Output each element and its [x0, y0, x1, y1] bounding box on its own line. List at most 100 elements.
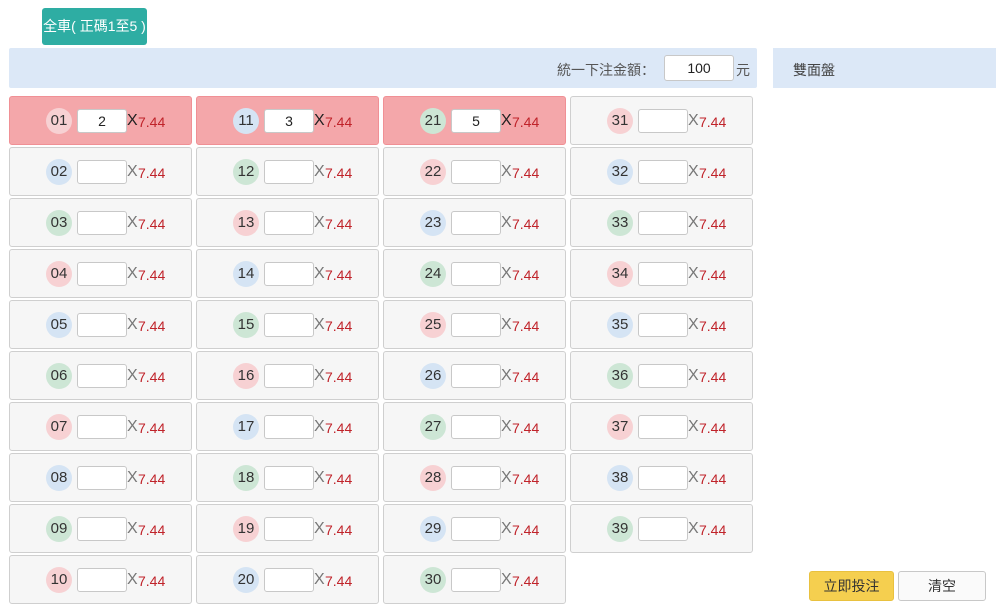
- bet-amount-field[interactable]: [264, 262, 314, 286]
- bet-cell[interactable]: 03 X 7.44: [9, 198, 192, 247]
- bet-amount-field[interactable]: [638, 364, 688, 388]
- bet-amount-field[interactable]: [451, 109, 501, 133]
- bet-amount-field[interactable]: [638, 109, 688, 133]
- bet-amount-field[interactable]: [451, 364, 501, 388]
- number-ball[interactable]: 04: [46, 261, 72, 287]
- bet-amount-field[interactable]: [264, 466, 314, 490]
- bet-amount-field[interactable]: [77, 211, 127, 235]
- number-ball[interactable]: 35: [607, 312, 633, 338]
- number-ball[interactable]: 23: [420, 210, 446, 236]
- bet-cell[interactable]: 22 X 7.44: [383, 147, 566, 196]
- number-ball[interactable]: 37: [607, 414, 633, 440]
- bet-cell[interactable]: 11 X7.44: [196, 96, 379, 145]
- bet-amount-field[interactable]: [451, 211, 501, 235]
- bet-amount-field[interactable]: [264, 415, 314, 439]
- number-ball[interactable]: 36: [607, 363, 633, 389]
- number-ball[interactable]: 19: [233, 516, 259, 542]
- number-ball[interactable]: 33: [607, 210, 633, 236]
- number-ball[interactable]: 16: [233, 363, 259, 389]
- bet-cell[interactable]: 30 X 7.44: [383, 555, 566, 604]
- number-ball[interactable]: 31: [607, 108, 633, 134]
- bet-cell[interactable]: 33 X 7.44: [570, 198, 753, 247]
- bet-amount-field[interactable]: [77, 364, 127, 388]
- number-ball[interactable]: 10: [46, 567, 72, 593]
- number-ball[interactable]: 08: [46, 465, 72, 491]
- number-ball[interactable]: 32: [607, 159, 633, 185]
- bet-amount-field[interactable]: [77, 262, 127, 286]
- bet-amount-field[interactable]: [451, 313, 501, 337]
- bet-cell[interactable]: 34 X 7.44: [570, 249, 753, 298]
- bet-amount-field[interactable]: [451, 160, 501, 184]
- bet-amount-field[interactable]: [451, 262, 501, 286]
- bet-cell[interactable]: 27 X 7.44: [383, 402, 566, 451]
- bet-cell[interactable]: 38 X 7.44: [570, 453, 753, 502]
- bet-cell[interactable]: 21 X7.44: [383, 96, 566, 145]
- bet-amount-field[interactable]: [264, 568, 314, 592]
- bet-amount-field[interactable]: [77, 466, 127, 490]
- bet-cell[interactable]: 29 X 7.44: [383, 504, 566, 553]
- bet-amount-field[interactable]: [451, 517, 501, 541]
- number-ball[interactable]: 07: [46, 414, 72, 440]
- number-ball[interactable]: 11: [233, 108, 259, 134]
- bet-amount-field[interactable]: [77, 568, 127, 592]
- bet-cell[interactable]: 07 X 7.44: [9, 402, 192, 451]
- bet-cell[interactable]: 02 X 7.44: [9, 147, 192, 196]
- bet-cell[interactable]: 12 X 7.44: [196, 147, 379, 196]
- bet-cell[interactable]: 31 X 7.44: [570, 96, 753, 145]
- bet-amount-field[interactable]: [638, 415, 688, 439]
- bet-amount-field[interactable]: [638, 160, 688, 184]
- number-ball[interactable]: 38: [607, 465, 633, 491]
- number-ball[interactable]: 17: [233, 414, 259, 440]
- bet-amount-field[interactable]: [264, 517, 314, 541]
- number-ball[interactable]: 18: [233, 465, 259, 491]
- tab-full-car[interactable]: 全車( 正碼1至5 ): [42, 8, 147, 45]
- bet-amount-field[interactable]: [77, 415, 127, 439]
- bet-amount-field[interactable]: [638, 517, 688, 541]
- bet-cell[interactable]: 16 X 7.44: [196, 351, 379, 400]
- bet-amount-field[interactable]: [638, 211, 688, 235]
- bet-cell[interactable]: 10 X 7.44: [9, 555, 192, 604]
- number-ball[interactable]: 24: [420, 261, 446, 287]
- number-ball[interactable]: 05: [46, 312, 72, 338]
- bet-cell[interactable]: 23 X 7.44: [383, 198, 566, 247]
- bet-cell[interactable]: 06 X 7.44: [9, 351, 192, 400]
- number-ball[interactable]: 14: [233, 261, 259, 287]
- bet-cell[interactable]: 20 X 7.44: [196, 555, 379, 604]
- bet-cell[interactable]: 19 X 7.44: [196, 504, 379, 553]
- number-ball[interactable]: 20: [233, 567, 259, 593]
- bet-cell[interactable]: 25 X 7.44: [383, 300, 566, 349]
- number-ball[interactable]: 28: [420, 465, 446, 491]
- bet-amount-field[interactable]: [77, 517, 127, 541]
- bet-cell[interactable]: 35 X 7.44: [570, 300, 753, 349]
- bet-amount-field[interactable]: [638, 313, 688, 337]
- number-ball[interactable]: 39: [607, 516, 633, 542]
- number-ball[interactable]: 34: [607, 261, 633, 287]
- bet-cell[interactable]: 08 X 7.44: [9, 453, 192, 502]
- number-ball[interactable]: 21: [420, 108, 446, 134]
- bet-amount-field[interactable]: [77, 109, 127, 133]
- number-ball[interactable]: 06: [46, 363, 72, 389]
- side-panel-title[interactable]: 雙面盤: [793, 60, 835, 80]
- number-ball[interactable]: 30: [420, 567, 446, 593]
- bet-cell[interactable]: 14 X 7.44: [196, 249, 379, 298]
- bet-amount-input[interactable]: [664, 55, 734, 81]
- bet-cell[interactable]: 37 X 7.44: [570, 402, 753, 451]
- bet-cell[interactable]: 24 X 7.44: [383, 249, 566, 298]
- bet-cell[interactable]: 32 X 7.44: [570, 147, 753, 196]
- bet-cell[interactable]: 04 X 7.44: [9, 249, 192, 298]
- bet-cell[interactable]: 39 X 7.44: [570, 504, 753, 553]
- number-ball[interactable]: 29: [420, 516, 446, 542]
- bet-amount-field[interactable]: [264, 109, 314, 133]
- bet-cell[interactable]: 36 X 7.44: [570, 351, 753, 400]
- bet-cell[interactable]: 13 X 7.44: [196, 198, 379, 247]
- bet-cell[interactable]: 01 X7.44: [9, 96, 192, 145]
- number-ball[interactable]: 03: [46, 210, 72, 236]
- number-ball[interactable]: 02: [46, 159, 72, 185]
- clear-button[interactable]: 清空: [898, 571, 986, 601]
- bet-amount-field[interactable]: [451, 415, 501, 439]
- bet-amount-field[interactable]: [638, 466, 688, 490]
- bet-amount-field[interactable]: [264, 160, 314, 184]
- number-ball[interactable]: 25: [420, 312, 446, 338]
- bet-amount-field[interactable]: [264, 211, 314, 235]
- bet-amount-field[interactable]: [264, 313, 314, 337]
